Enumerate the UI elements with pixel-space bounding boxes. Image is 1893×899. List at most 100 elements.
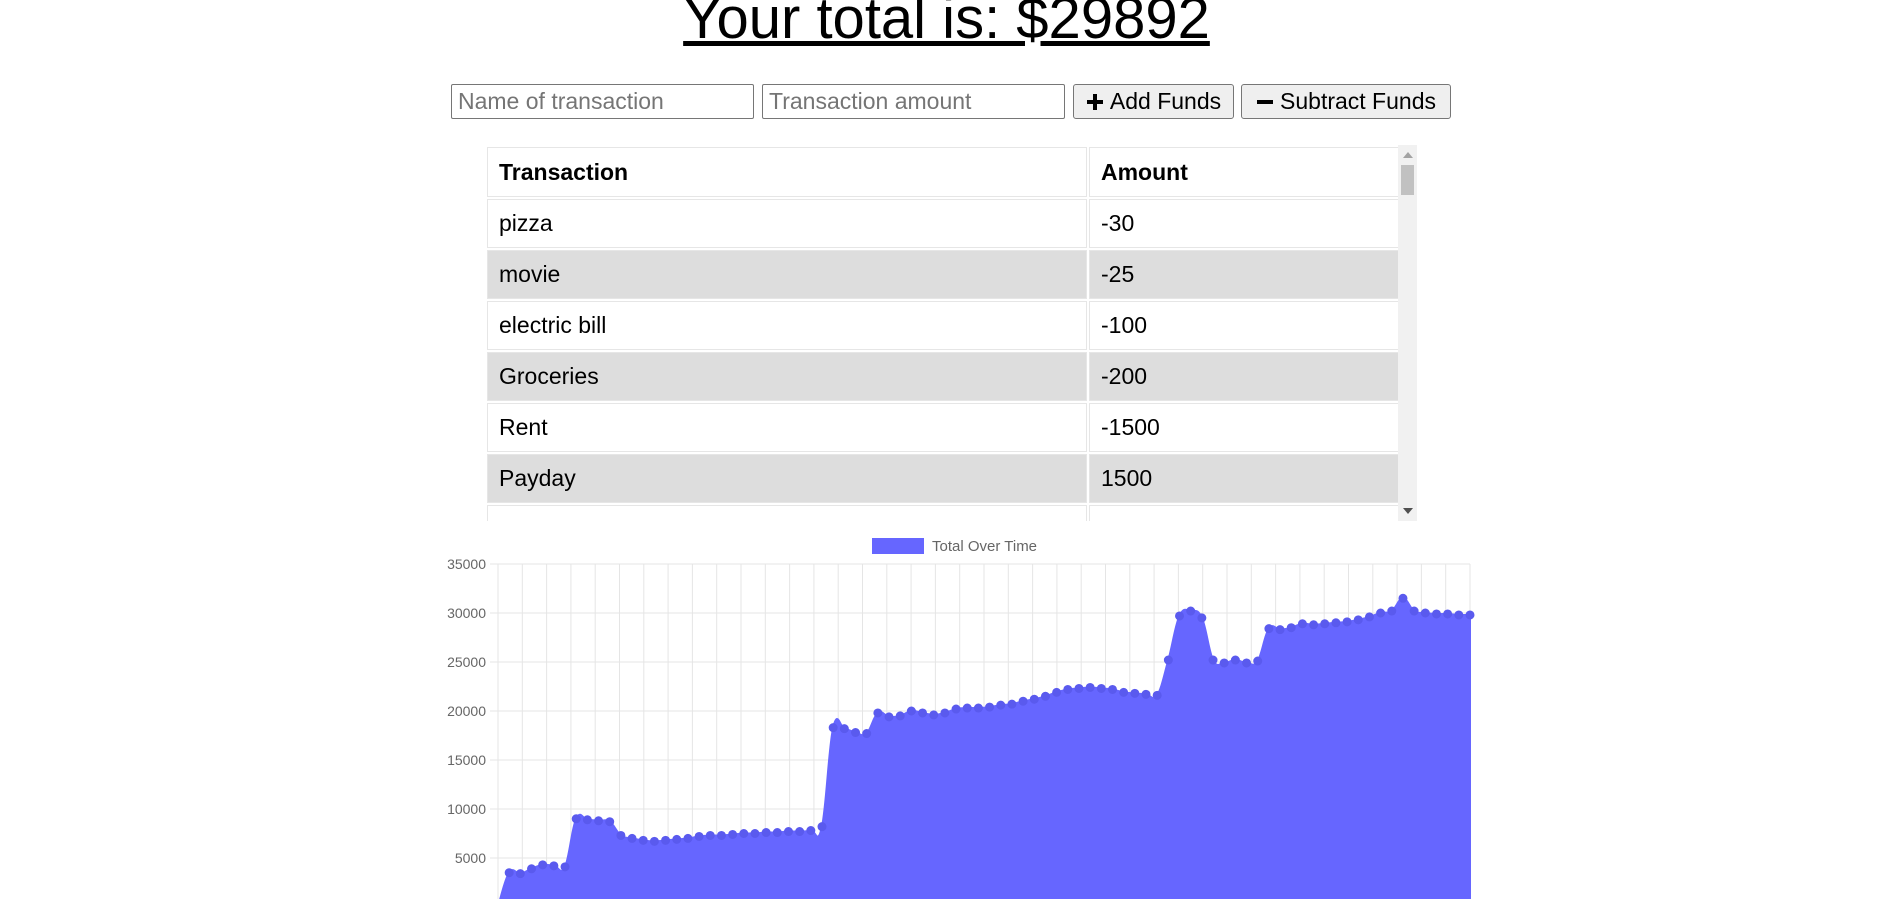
data-point[interactable] [1152, 690, 1162, 700]
data-point[interactable] [839, 724, 849, 734]
subtract-funds-button[interactable]: Subtract Funds [1241, 84, 1451, 119]
total-label: Your total is: $29892 [683, 0, 1210, 51]
data-point[interactable] [873, 708, 883, 718]
data-point[interactable] [694, 831, 704, 841]
data-point[interactable] [851, 728, 861, 738]
data-point[interactable] [683, 833, 693, 843]
transaction-amount-cell: -100 [1089, 301, 1400, 350]
data-point[interactable] [1398, 593, 1408, 603]
data-point[interactable] [582, 815, 592, 825]
data-point[interactable] [951, 704, 961, 714]
data-point[interactable] [1052, 687, 1062, 697]
data-point[interactable] [1063, 684, 1073, 694]
data-point[interactable] [661, 835, 671, 845]
data-point[interactable] [1465, 610, 1475, 620]
data-point[interactable] [571, 814, 581, 824]
data-point[interactable] [862, 729, 872, 739]
data-point[interactable] [996, 700, 1006, 710]
scrollbar-thumb[interactable] [1401, 165, 1414, 195]
data-point[interactable] [1253, 656, 1263, 666]
data-point[interactable] [783, 827, 793, 837]
data-point[interactable] [1074, 683, 1084, 693]
data-point[interactable] [538, 860, 548, 870]
data-point[interactable] [1029, 694, 1039, 704]
data-point[interactable] [828, 723, 838, 733]
data-point[interactable] [739, 829, 749, 838]
data-point[interactable] [705, 830, 715, 840]
data-point[interactable] [1320, 619, 1330, 629]
data-point[interactable] [940, 708, 950, 718]
data-point[interactable] [772, 828, 782, 838]
data-point[interactable] [962, 703, 972, 713]
data-point[interactable] [985, 702, 995, 712]
data-point[interactable] [795, 827, 805, 837]
data-point[interactable] [649, 836, 659, 846]
data-point[interactable] [1443, 609, 1453, 619]
data-point[interactable] [1242, 658, 1252, 668]
data-point[interactable] [806, 826, 816, 836]
scroll-up-arrow-icon[interactable] [1403, 152, 1413, 158]
transaction-name-input[interactable] [451, 84, 754, 119]
data-point[interactable] [1297, 619, 1307, 629]
data-point[interactable] [605, 817, 615, 827]
data-point[interactable] [627, 833, 637, 843]
data-point[interactable] [549, 861, 559, 871]
table-scrollbar[interactable] [1398, 145, 1417, 521]
data-point[interactable] [1420, 608, 1430, 618]
data-point[interactable] [716, 830, 726, 840]
data-point[interactable] [1208, 655, 1218, 665]
data-point[interactable] [884, 712, 894, 722]
data-point[interactable] [594, 816, 604, 826]
data-point[interactable] [1364, 612, 1374, 622]
data-point[interactable] [1387, 606, 1397, 616]
data-point[interactable] [906, 706, 916, 716]
data-point[interactable] [672, 834, 682, 844]
data-point[interactable] [1331, 618, 1341, 628]
data-point[interactable] [1264, 624, 1274, 634]
data-point[interactable] [1197, 613, 1207, 623]
data-point[interactable] [761, 828, 771, 838]
data-point[interactable] [728, 829, 738, 839]
data-point[interactable] [1286, 623, 1296, 633]
data-point[interactable] [616, 830, 626, 840]
data-point[interactable] [1409, 606, 1419, 616]
data-point[interactable] [504, 868, 514, 878]
data-point[interactable] [1431, 609, 1441, 619]
data-point[interactable] [1163, 655, 1173, 665]
data-point[interactable] [918, 708, 928, 718]
data-point[interactable] [1040, 691, 1050, 701]
data-point[interactable] [1376, 608, 1386, 618]
add-funds-button[interactable]: Add Funds [1073, 84, 1234, 119]
transaction-amount-input[interactable] [762, 84, 1065, 119]
data-point[interactable] [1107, 684, 1117, 694]
data-point[interactable] [1085, 682, 1095, 692]
legend-swatch-total-over-time [872, 538, 924, 554]
data-point[interactable] [560, 862, 570, 872]
data-point[interactable] [1342, 617, 1352, 627]
data-point[interactable] [1119, 687, 1129, 697]
data-point[interactable] [817, 822, 827, 832]
data-point[interactable] [750, 829, 760, 838]
data-point[interactable] [1096, 683, 1106, 693]
data-point[interactable] [1186, 606, 1196, 616]
data-point[interactable] [1353, 615, 1363, 625]
data-point[interactable] [1018, 696, 1028, 706]
data-point[interactable] [1309, 620, 1319, 630]
data-point[interactable] [1130, 688, 1140, 698]
data-point[interactable] [515, 869, 525, 879]
transaction-table-container[interactable]: Transaction Amount pizza -30 movie -25 e… [485, 145, 1417, 521]
data-point[interactable] [895, 711, 905, 721]
data-point[interactable] [1230, 655, 1240, 665]
data-point[interactable] [1454, 610, 1464, 620]
table-row: pizza -30 [487, 199, 1400, 248]
data-point[interactable] [1275, 625, 1285, 635]
data-point[interactable] [1175, 611, 1185, 621]
scroll-down-arrow-icon[interactable] [1403, 508, 1413, 514]
data-point[interactable] [527, 864, 537, 874]
data-point[interactable] [1007, 699, 1017, 709]
data-point[interactable] [973, 703, 983, 713]
data-point[interactable] [638, 835, 648, 845]
data-point[interactable] [1219, 658, 1229, 668]
data-point[interactable] [929, 710, 939, 720]
data-point[interactable] [1141, 689, 1151, 699]
